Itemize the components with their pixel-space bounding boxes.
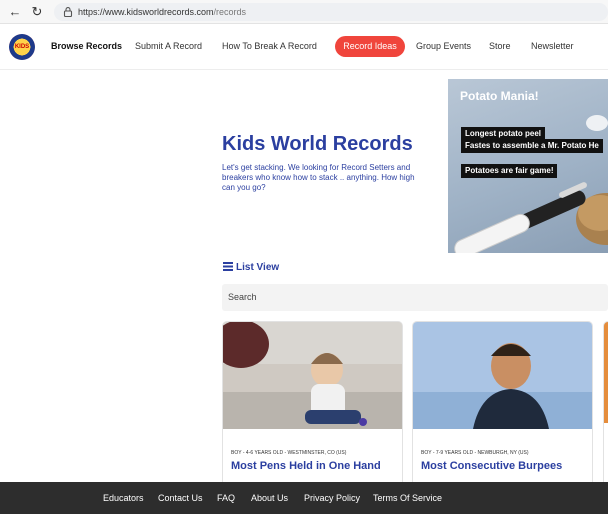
- record-meta: BOY - 7-9 YEARS OLD - NEWBURGH, NY (US): [421, 450, 529, 456]
- record-card[interactable]: BOY - 7-9 YEARS OLD - NEWBURGH, NY (US) …: [412, 321, 593, 491]
- hero-image: Potato Mania! Longest potato peel Fastes…: [448, 79, 608, 253]
- nav-submit-a-record[interactable]: Submit A Record: [135, 40, 202, 52]
- footer-link-educators[interactable]: Educators: [103, 492, 144, 504]
- page-subtitle: Let's get stacking. We looking for Recor…: [222, 163, 415, 192]
- browser-toolbar: ← ↻ https://www.kidsworldrecords.com/rec…: [0, 0, 608, 24]
- record-meta: BOY - 4-6 YEARS OLD - WESTMINSTER, CO (U…: [231, 450, 347, 456]
- site-info-icon[interactable]: [62, 6, 74, 18]
- nav-group-events[interactable]: Group Events: [416, 40, 471, 52]
- footer-link-privacy-policy[interactable]: Privacy Policy: [304, 492, 360, 504]
- list-view-label: List View: [236, 262, 280, 273]
- record-title[interactable]: Most Consecutive Burpees: [421, 460, 562, 472]
- site-footer: Educators Contact Us FAQ About Us Privac…: [0, 482, 608, 514]
- list-view-toggle[interactable]: List View: [223, 262, 279, 273]
- reload-icon[interactable]: ↻: [28, 3, 46, 21]
- record-ideas-button[interactable]: Record Ideas: [335, 36, 405, 57]
- nav-store[interactable]: Store: [489, 40, 511, 52]
- record-title[interactable]: Most Pens Held in One Hand: [231, 460, 381, 472]
- page-title: Kids World Records: [222, 133, 413, 155]
- record-photo: [413, 322, 592, 429]
- url-path: /records: [213, 7, 247, 17]
- site-logo[interactable]: KIDS: [9, 34, 35, 60]
- list-icon: [223, 262, 233, 271]
- page: ← ↻ https://www.kidsworldrecords.com/rec…: [0, 0, 608, 514]
- logo-text: KIDS: [14, 44, 30, 50]
- address-bar[interactable]: https://www.kidsworldrecords.com/records: [54, 3, 608, 21]
- back-arrow-icon[interactable]: ←: [6, 3, 24, 21]
- url-host: https://www.kidsworldrecords.com: [78, 7, 214, 17]
- potato-peeler-illustration: [454, 182, 608, 253]
- nav-browse-records[interactable]: Browse Records: [51, 40, 122, 52]
- footer-link-contact-us[interactable]: Contact Us: [158, 492, 203, 504]
- footer-link-about-us[interactable]: About Us: [251, 492, 288, 504]
- record-card-partial[interactable]: [603, 321, 608, 491]
- search-input[interactable]: Search: [222, 284, 608, 311]
- footer-link-faq[interactable]: FAQ: [217, 492, 235, 504]
- search-placeholder: Search: [228, 292, 257, 302]
- nav-how-to-break-a-record[interactable]: How To Break A Record: [222, 40, 317, 52]
- url-text: https://www.kidsworldrecords.com/records: [78, 6, 246, 18]
- footer-link-terms-of-service[interactable]: Terms Of Service: [373, 492, 442, 504]
- site-header: KIDS Browse Records Submit A Record How …: [0, 24, 608, 70]
- nav-newsletter[interactable]: Newsletter: [531, 40, 574, 52]
- record-photo: [223, 322, 402, 429]
- record-card[interactable]: BOY - 4-6 YEARS OLD - WESTMINSTER, CO (U…: [222, 321, 403, 491]
